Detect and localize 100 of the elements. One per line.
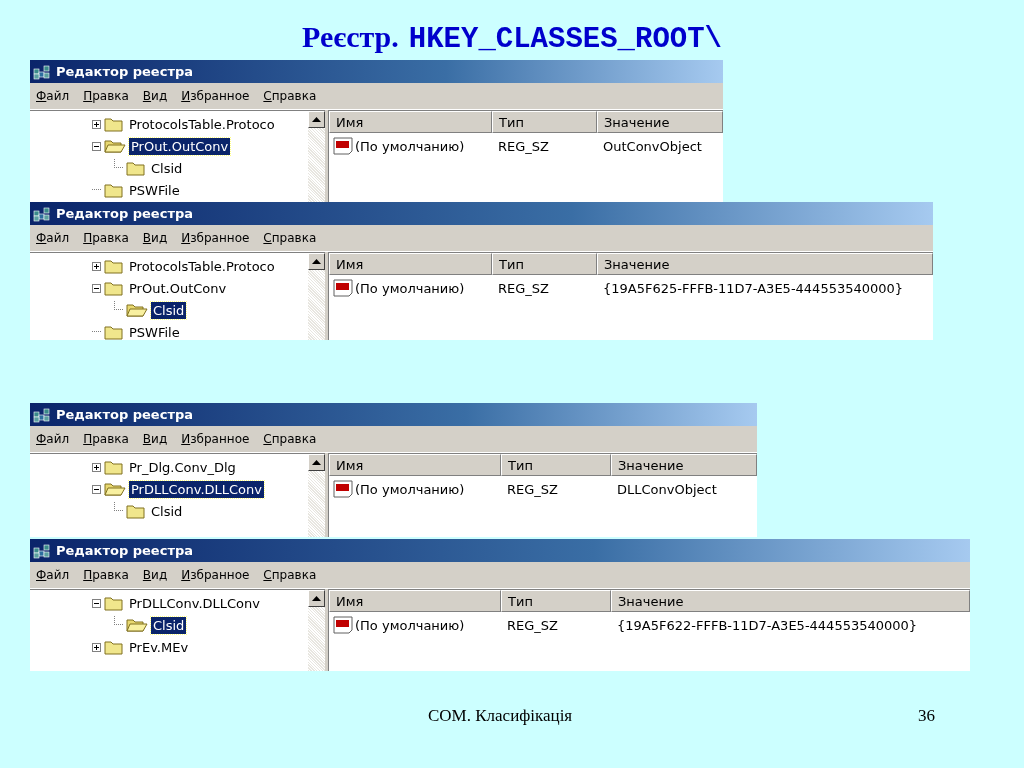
tree-item[interactable]: PrOut.OutConv — [129, 137, 231, 155]
folder-icon — [104, 280, 124, 296]
menu-item[interactable]: Правка — [83, 231, 129, 245]
collapse-toggle[interactable] — [92, 598, 101, 608]
string-value-icon — [333, 279, 353, 297]
column-header[interactable]: Тип — [492, 111, 597, 133]
folder-icon — [126, 160, 146, 176]
up-arrow-icon — [312, 259, 321, 264]
folder-icon — [104, 459, 124, 475]
menu-item[interactable]: Вид — [142, 432, 168, 446]
window-title: Редактор реестра — [56, 407, 193, 422]
column-header[interactable]: Тип — [492, 253, 597, 275]
scrollbar[interactable] — [308, 590, 325, 671]
window-title: Редактор реестра — [56, 64, 193, 79]
column-header[interactable]: Тип — [501, 590, 611, 612]
plus-icon — [93, 643, 100, 651]
menu-item[interactable]: Файл — [36, 568, 70, 582]
tree-item[interactable]: Clsid — [149, 159, 185, 177]
value-data: DLLConvObject — [616, 481, 718, 497]
tree-item[interactable]: PrDLLConv.DLLConv — [129, 480, 264, 498]
folder-icon — [104, 324, 124, 340]
scrollbar[interactable] — [308, 253, 325, 340]
tree-item[interactable]: PSWFile — [127, 323, 182, 340]
scrollbar[interactable] — [308, 111, 325, 202]
expand-toggle[interactable] — [92, 642, 101, 652]
folder-icon — [104, 595, 124, 611]
tree-item[interactable]: ProtocolsTable.Protoco — [127, 115, 277, 133]
value-type: REG_SZ — [506, 481, 559, 497]
slide-title-path: HKEY_CLASSES_ROOT\ — [408, 23, 723, 56]
menu-item[interactable]: Вид — [142, 89, 168, 103]
menu-item[interactable]: Правка — [83, 89, 129, 103]
menu-item[interactable]: Правка — [83, 568, 129, 582]
value-name: (По умолчанию) — [355, 138, 465, 154]
folder-icon — [104, 116, 124, 132]
column-header[interactable]: Тип — [501, 454, 611, 476]
open-folder-icon — [104, 481, 126, 497]
value-name: (По умолчанию) — [355, 280, 465, 296]
menu-item[interactable]: Файл — [36, 89, 70, 103]
column-header[interactable]: Имя — [329, 590, 501, 612]
collapse-toggle[interactable] — [92, 484, 101, 494]
registry-editor-icon — [33, 205, 51, 222]
column-header[interactable]: Имя — [329, 253, 492, 275]
tree-item[interactable]: PrEv.MEv — [127, 638, 191, 656]
folder-icon — [126, 503, 146, 519]
menu-item[interactable]: Справка — [263, 231, 317, 245]
expand-toggle[interactable] — [92, 261, 101, 271]
collapse-toggle[interactable] — [92, 141, 101, 151]
expand-toggle[interactable] — [92, 119, 101, 129]
menu-item[interactable]: Избранное — [181, 231, 250, 245]
slide-title: Реєстр. — [301, 20, 399, 54]
registry-editor-icon — [33, 406, 51, 423]
value-data: OutConvObject — [602, 138, 703, 154]
column-header[interactable]: Имя — [329, 111, 492, 133]
menu-item[interactable]: Справка — [263, 89, 317, 103]
value-type: REG_SZ — [506, 617, 559, 633]
menu-item[interactable]: Вид — [142, 231, 168, 245]
menu-item[interactable]: Вид — [142, 568, 168, 582]
tree-item[interactable]: Clsid — [151, 616, 187, 634]
tree-item[interactable]: PSWFile — [127, 181, 182, 199]
registry-editor-icon — [33, 542, 51, 559]
tree-item[interactable]: ProtocolsTable.Protoco — [127, 257, 277, 275]
string-value-icon — [333, 616, 353, 634]
column-header[interactable]: Значение — [611, 454, 757, 476]
scroll-up-button[interactable] — [308, 253, 325, 270]
scroll-up-button[interactable] — [308, 111, 325, 128]
expand-toggle[interactable] — [92, 462, 101, 472]
column-header[interactable]: Значение — [597, 111, 723, 133]
tree-item[interactable]: PrOut.OutConv — [127, 279, 229, 297]
value-name: (По умолчанию) — [355, 481, 465, 497]
menu-item[interactable]: Избранное — [181, 568, 250, 582]
column-header[interactable]: Значение — [597, 253, 933, 275]
column-header[interactable]: Имя — [329, 454, 501, 476]
menu-item[interactable]: Файл — [36, 432, 70, 446]
menu-item[interactable]: Справка — [263, 432, 317, 446]
open-folder-icon — [126, 302, 148, 318]
menu-item[interactable]: Избранное — [181, 89, 250, 103]
menu-item[interactable]: Правка — [83, 432, 129, 446]
window-title: Редактор реестра — [56, 543, 193, 558]
tree-item[interactable]: Pr_Dlg.Conv_Dlg — [127, 458, 238, 476]
scrollbar[interactable] — [308, 454, 325, 537]
value-type: REG_SZ — [497, 280, 550, 296]
tree-item[interactable]: Clsid — [149, 502, 185, 520]
window-title: Редактор реестра — [56, 206, 193, 221]
folder-icon — [104, 639, 124, 655]
up-arrow-icon — [312, 117, 321, 122]
plus-icon — [93, 463, 100, 471]
value-data: {19A5F625-FFFB-11D7-A3E5-444553540000} — [602, 280, 905, 296]
menu-item[interactable]: Файл — [36, 231, 70, 245]
menu-item[interactable]: Справка — [263, 568, 317, 582]
collapse-toggle[interactable] — [92, 283, 101, 293]
tree-item[interactable]: PrDLLConv.DLLConv — [127, 594, 262, 612]
menu-item[interactable]: Избранное — [181, 432, 250, 446]
up-arrow-icon — [312, 460, 321, 465]
scroll-up-button[interactable] — [308, 454, 325, 471]
scroll-up-button[interactable] — [308, 590, 325, 607]
tree-item[interactable]: Clsid — [151, 301, 187, 319]
value-name: (По умолчанию) — [355, 617, 465, 633]
value-data: {19A5F622-FFFB-11D7-A3E5-444553540000} — [616, 617, 919, 633]
page-number: 36 — [918, 706, 935, 726]
column-header[interactable]: Значение — [611, 590, 970, 612]
